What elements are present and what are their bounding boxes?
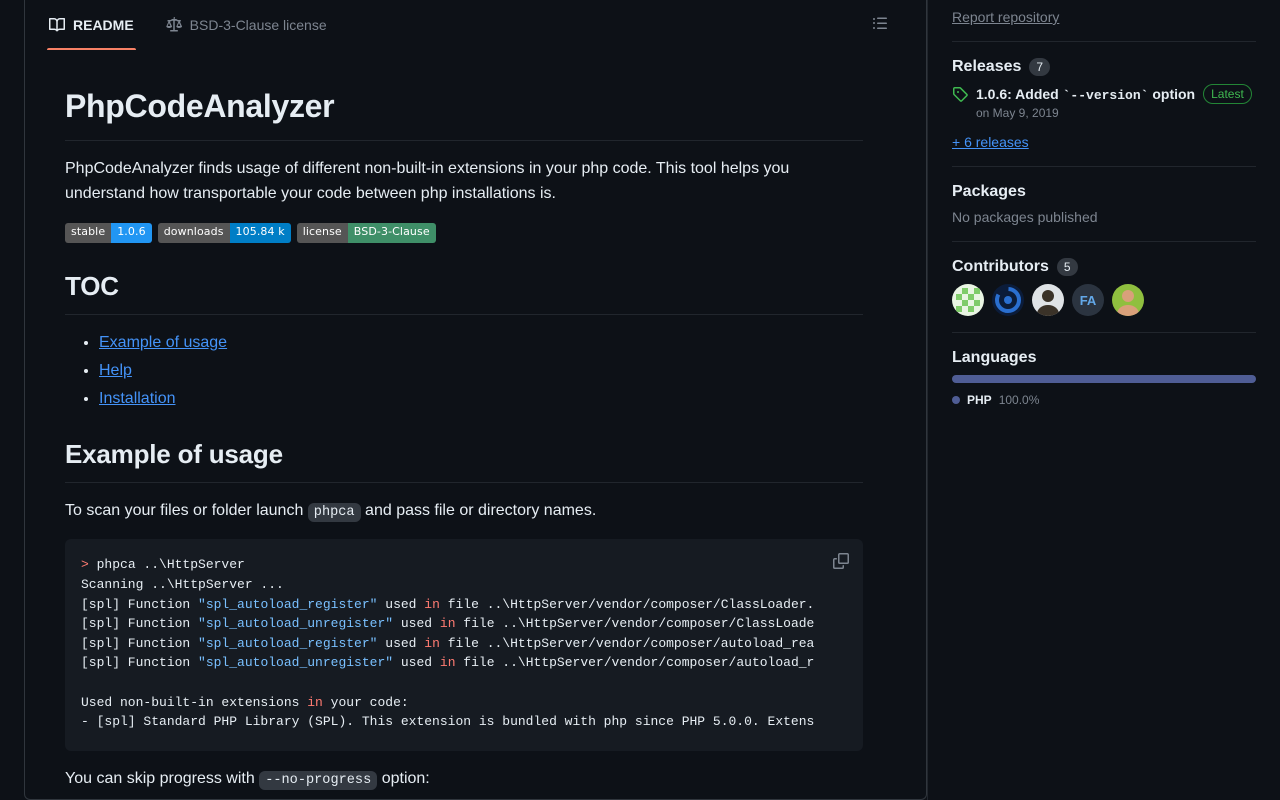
list-item: Help bbox=[99, 359, 863, 383]
language-color-dot bbox=[952, 396, 960, 404]
badge-stable-label: stable bbox=[65, 222, 112, 243]
readme-panel: README BSD-3-Clause license PhpCodeAnaly… bbox=[0, 0, 928, 800]
languages-section: Languages PHP 100.0% bbox=[952, 333, 1256, 407]
badge-license-label: license bbox=[296, 222, 348, 243]
list-unordered-icon bbox=[872, 15, 888, 36]
terminal-output: > phpca ..\HttpServer Scanning ..\HttpSe… bbox=[81, 557, 815, 730]
list-item: Example of usage bbox=[99, 331, 863, 355]
contributor-avatar-4[interactable]: FA bbox=[1072, 284, 1104, 316]
list-item: Installation bbox=[99, 387, 863, 411]
latest-release-date: on May 9, 2019 bbox=[976, 106, 1059, 120]
skip-paragraph-before: You can skip progress with bbox=[65, 770, 255, 788]
releases-count: 7 bbox=[1029, 58, 1051, 76]
github-repo-page: README BSD-3-Clause license PhpCodeAnaly… bbox=[0, 0, 1280, 800]
latest-release-prefix: 1.0.6: Added bbox=[976, 85, 1063, 102]
tag-icon bbox=[952, 86, 968, 102]
usage-paragraph: To scan your files or folder launch phpc… bbox=[65, 499, 863, 524]
contributors-heading: Contributors bbox=[952, 258, 1049, 275]
intro-paragraph: PhpCodeAnalyzer finds usage of different… bbox=[65, 160, 790, 202]
tab-readme[interactable]: README bbox=[33, 0, 150, 50]
book-icon bbox=[49, 17, 65, 33]
language-name: PHP bbox=[967, 393, 992, 407]
contributor-avatar-5[interactable] bbox=[1112, 284, 1144, 316]
skip-progress-paragraph: You can skip progress with --no-progress… bbox=[65, 767, 863, 792]
packages-heading: Packages bbox=[952, 183, 1026, 200]
languages-heading: Languages bbox=[952, 349, 1037, 366]
inline-code-no-progress: --no-progress bbox=[259, 771, 378, 791]
toc-list: Example of usage Help Installation bbox=[65, 331, 863, 411]
latest-release-suffix: option bbox=[1148, 85, 1196, 102]
terminal-code-block: > phpca ..\HttpServer Scanning ..\HttpSe… bbox=[65, 539, 863, 752]
page-title: PhpCodeAnalyzer bbox=[65, 82, 863, 141]
contributors-section: Contributors 5 FA bbox=[952, 242, 1256, 316]
latest-release-row[interactable]: 1.0.6: Added `--version` option Latest bbox=[952, 84, 1256, 104]
readme-tabs: README BSD-3-Clause license bbox=[33, 0, 343, 50]
badge-license[interactable]: license BSD-3-Clause bbox=[296, 222, 436, 243]
badge-stable-value: 1.0.6 bbox=[111, 222, 152, 243]
usage-paragraph-after: and pass file or directory names. bbox=[365, 501, 597, 519]
more-releases-link[interactable]: + 6 releases bbox=[952, 134, 1256, 150]
releases-heading: Releases bbox=[952, 58, 1022, 75]
tab-license-label: BSD-3-Clause license bbox=[189, 17, 327, 33]
language-percent: 100.0% bbox=[998, 393, 1040, 407]
tab-readme-label: README bbox=[73, 17, 134, 33]
packages-section: Packages No packages published bbox=[952, 167, 1256, 225]
language-list: PHP 100.0% bbox=[952, 393, 1256, 407]
law-icon bbox=[166, 17, 182, 33]
usage-heading: Example of usage bbox=[65, 435, 863, 483]
packages-empty-text: No packages published bbox=[952, 209, 1098, 225]
language-bar[interactable] bbox=[952, 375, 1256, 383]
toc-heading: TOC bbox=[65, 267, 863, 315]
readme-content: PhpCodeAnalyzer PhpCodeAnalyzer finds us… bbox=[25, 50, 903, 800]
badge-stable[interactable]: stable 1.0.6 bbox=[65, 222, 152, 243]
badge-downloads-value: 105.84 k bbox=[229, 222, 291, 243]
contributor-avatar-2[interactable] bbox=[992, 284, 1024, 316]
contributors-title-row: Contributors 5 bbox=[952, 258, 1256, 276]
toc-link-help[interactable]: Help bbox=[99, 362, 132, 379]
releases-title-row: Releases 7 bbox=[952, 58, 1256, 76]
contributor-avatars: FA bbox=[952, 284, 1256, 316]
svg-text:FA: FA bbox=[1080, 293, 1097, 308]
contributors-count: 5 bbox=[1056, 258, 1078, 276]
skip-paragraph-after: option: bbox=[381, 770, 430, 788]
readme-tabbar: README BSD-3-Clause license bbox=[25, 0, 903, 50]
language-bar-segment-php bbox=[952, 375, 1256, 383]
contributor-avatar-3[interactable] bbox=[1032, 284, 1064, 316]
inline-code-phpca: phpca bbox=[307, 502, 361, 522]
toc-link-example[interactable]: Example of usage bbox=[99, 334, 227, 351]
language-item-php[interactable]: PHP 100.0% bbox=[952, 393, 1256, 407]
usage-paragraph-before: To scan your files or folder launch bbox=[65, 501, 304, 519]
toc-link-installation[interactable]: Installation bbox=[99, 390, 176, 407]
copy-icon[interactable] bbox=[827, 547, 855, 575]
releases-section: Releases 7 1.0.6: Added `--version` opti… bbox=[952, 42, 1256, 150]
badge-row: stable 1.0.6 downloads 105.84 k license … bbox=[65, 222, 863, 243]
report-repository-link[interactable]: Report repository bbox=[952, 0, 1256, 25]
badge-downloads-label: downloads bbox=[157, 222, 230, 243]
repo-sidebar: Report repository Releases 7 1.0.6: Adde… bbox=[928, 0, 1280, 800]
outline-toggle-button[interactable] bbox=[865, 10, 895, 40]
languages-title-row: Languages bbox=[952, 349, 1256, 367]
status-badge: Latest bbox=[1203, 84, 1252, 104]
badge-license-value: BSD-3-Clause bbox=[347, 222, 436, 243]
latest-release-code: `--version` bbox=[1062, 87, 1149, 103]
latest-release-name: 1.0.6: Added `--version` option bbox=[976, 86, 1195, 103]
packages-title-row: Packages bbox=[952, 183, 1256, 201]
badge-downloads[interactable]: downloads 105.84 k bbox=[157, 222, 291, 243]
contributor-avatar-1[interactable] bbox=[952, 284, 984, 316]
tab-license[interactable]: BSD-3-Clause license bbox=[150, 0, 343, 50]
